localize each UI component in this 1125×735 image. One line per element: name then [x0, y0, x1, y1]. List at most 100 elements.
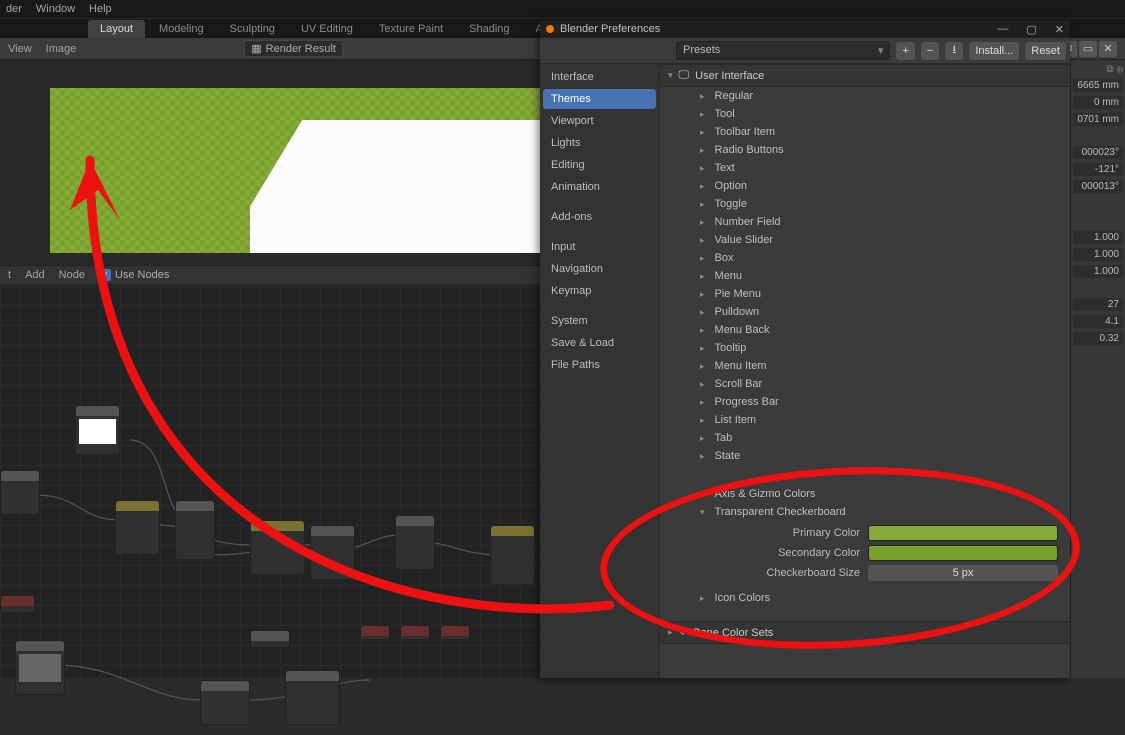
image-menu-view[interactable]: View [8, 43, 32, 55]
row-tool[interactable]: Tool [680, 105, 1070, 123]
workspace-tab-modeling[interactable]: Modeling [147, 20, 216, 38]
node[interactable] [490, 525, 535, 585]
row-state[interactable]: State [680, 447, 1070, 465]
node[interactable] [395, 515, 435, 570]
tab-system[interactable]: System [543, 311, 656, 331]
tab-input[interactable]: Input [543, 237, 656, 257]
row-tooltip[interactable]: Tooltip [680, 339, 1070, 357]
reset-button[interactable]: Reset [1025, 42, 1066, 60]
node-menu-select[interactable]: t [8, 269, 11, 281]
node[interactable] [440, 625, 470, 640]
prop-value[interactable]: 000013° [1073, 180, 1123, 193]
window-close-icon[interactable]: ✕ [1055, 23, 1064, 36]
node[interactable] [400, 625, 430, 640]
row-icon-colors[interactable]: Icon Colors [680, 589, 1070, 607]
tab-addons[interactable]: Add-ons [543, 207, 656, 227]
row-toolbar-item[interactable]: Toolbar Item [680, 123, 1070, 141]
prop-value[interactable]: 1.000 [1073, 265, 1123, 278]
row-menu[interactable]: Menu [680, 267, 1070, 285]
menubar-item[interactable]: Window [36, 3, 75, 15]
row-listitem[interactable]: List Item [680, 411, 1070, 429]
image-selector[interactable]: ▦ Render Result [244, 40, 343, 57]
prop-value[interactable]: 0 mm [1073, 96, 1123, 109]
row-slider[interactable]: Value Slider [680, 231, 1070, 249]
import-icon[interactable]: ⭳ [945, 42, 963, 60]
prop-value[interactable]: 27 [1073, 298, 1123, 311]
prop-value[interactable]: 000023° [1073, 146, 1123, 159]
preset-remove-button[interactable]: − [921, 42, 939, 60]
row-menuitem[interactable]: Menu Item [680, 357, 1070, 375]
window-minimize-icon[interactable]: — [997, 23, 1008, 36]
prop-value[interactable]: 1.000 [1073, 231, 1123, 244]
tab-lights[interactable]: Lights [543, 133, 656, 153]
checker-size-field[interactable]: 5 px [868, 565, 1058, 581]
row-radio[interactable]: Radio Buttons [680, 141, 1070, 159]
theme-settings-panel[interactable]: ▾ 🖵 User Interface Regular Tool Toolbar … [660, 64, 1070, 678]
node[interactable] [15, 640, 65, 695]
node-menu-add[interactable]: Add [25, 269, 45, 281]
workspace-tab-layout[interactable]: Layout [88, 20, 145, 38]
new-image-icon[interactable]: ▭ [1079, 41, 1097, 57]
row-regular[interactable]: Regular [680, 87, 1070, 105]
row-piemenu[interactable]: Pie Menu [680, 285, 1070, 303]
workspace-tab-sculpting[interactable]: Sculpting [218, 20, 287, 38]
row-pulldown[interactable]: Pulldown [680, 303, 1070, 321]
node[interactable] [175, 500, 215, 560]
row-option[interactable]: Option [680, 177, 1070, 195]
tab-editing[interactable]: Editing [543, 155, 656, 175]
close-icon[interactable]: ✕ [1099, 41, 1117, 57]
tab-navigation[interactable]: Navigation [543, 259, 656, 279]
node[interactable] [310, 525, 355, 580]
prop-value[interactable]: 0701 mm [1073, 113, 1123, 126]
menubar-item[interactable]: der [6, 3, 22, 15]
prop-value[interactable]: 6665 mm [1073, 79, 1123, 92]
node[interactable] [285, 670, 340, 725]
workspace-tab-uvediting[interactable]: UV Editing [289, 20, 365, 38]
tab-saveload[interactable]: Save & Load [543, 333, 656, 353]
preset-add-button[interactable]: + [896, 42, 914, 60]
row-tab[interactable]: Tab [680, 429, 1070, 447]
section-bone[interactable]: ▸ ⟐ Bone Color Sets [660, 621, 1070, 644]
chevron-down-icon: ▾ [668, 70, 673, 81]
node[interactable] [360, 625, 390, 640]
node[interactable] [0, 470, 40, 515]
preferences-titlebar[interactable]: Blender Preferences — ▢ ✕ [540, 20, 1070, 38]
node[interactable] [115, 500, 160, 555]
row-progressbar[interactable]: Progress Bar [680, 393, 1070, 411]
tab-animation[interactable]: Animation [543, 177, 656, 197]
image-menu-image[interactable]: Image [46, 43, 77, 55]
workspace-tab-texturepaint[interactable]: Texture Paint [367, 20, 455, 38]
prop-value[interactable]: 0.32 [1073, 332, 1123, 345]
row-toggle[interactable]: Toggle [680, 195, 1070, 213]
row-scrollbar[interactable]: Scroll Bar [680, 375, 1070, 393]
prop-value[interactable]: 4.1 [1073, 315, 1123, 328]
node[interactable] [75, 405, 120, 455]
menubar-item[interactable]: Help [89, 3, 112, 15]
node[interactable] [0, 595, 35, 613]
presets-dropdown[interactable]: Presets [676, 41, 890, 60]
row-box[interactable]: Box [680, 249, 1070, 267]
tab-viewport[interactable]: Viewport [543, 111, 656, 131]
row-number[interactable]: Number Field [680, 213, 1070, 231]
use-nodes-checkbox[interactable]: ✓ Use Nodes [99, 269, 169, 281]
row-transparent-checkerboard[interactable]: Transparent Checkerboard [680, 503, 1070, 521]
tab-keymap[interactable]: Keymap [543, 281, 656, 301]
node[interactable] [200, 680, 250, 725]
node[interactable] [250, 520, 305, 575]
prop-value[interactable]: 1.000 [1073, 248, 1123, 261]
secondary-color-swatch[interactable] [868, 545, 1058, 561]
row-axis-colors[interactable]: Axis & Gizmo Colors [680, 485, 1070, 503]
primary-color-swatch[interactable] [868, 525, 1058, 541]
node[interactable] [250, 630, 290, 648]
tab-themes[interactable]: Themes [543, 89, 656, 109]
window-maximize-icon[interactable]: ▢ [1026, 23, 1036, 36]
section-ui[interactable]: ▾ 🖵 User Interface [660, 64, 1070, 87]
prop-value[interactable]: -121° [1073, 163, 1123, 176]
node-menu-node[interactable]: Node [59, 269, 85, 281]
row-menuback[interactable]: Menu Back [680, 321, 1070, 339]
workspace-tab-shading[interactable]: Shading [457, 20, 521, 38]
tab-interface[interactable]: Interface [543, 67, 656, 87]
tab-filepaths[interactable]: File Paths [543, 355, 656, 375]
row-text[interactable]: Text [680, 159, 1070, 177]
install-button[interactable]: Install... [969, 42, 1019, 60]
